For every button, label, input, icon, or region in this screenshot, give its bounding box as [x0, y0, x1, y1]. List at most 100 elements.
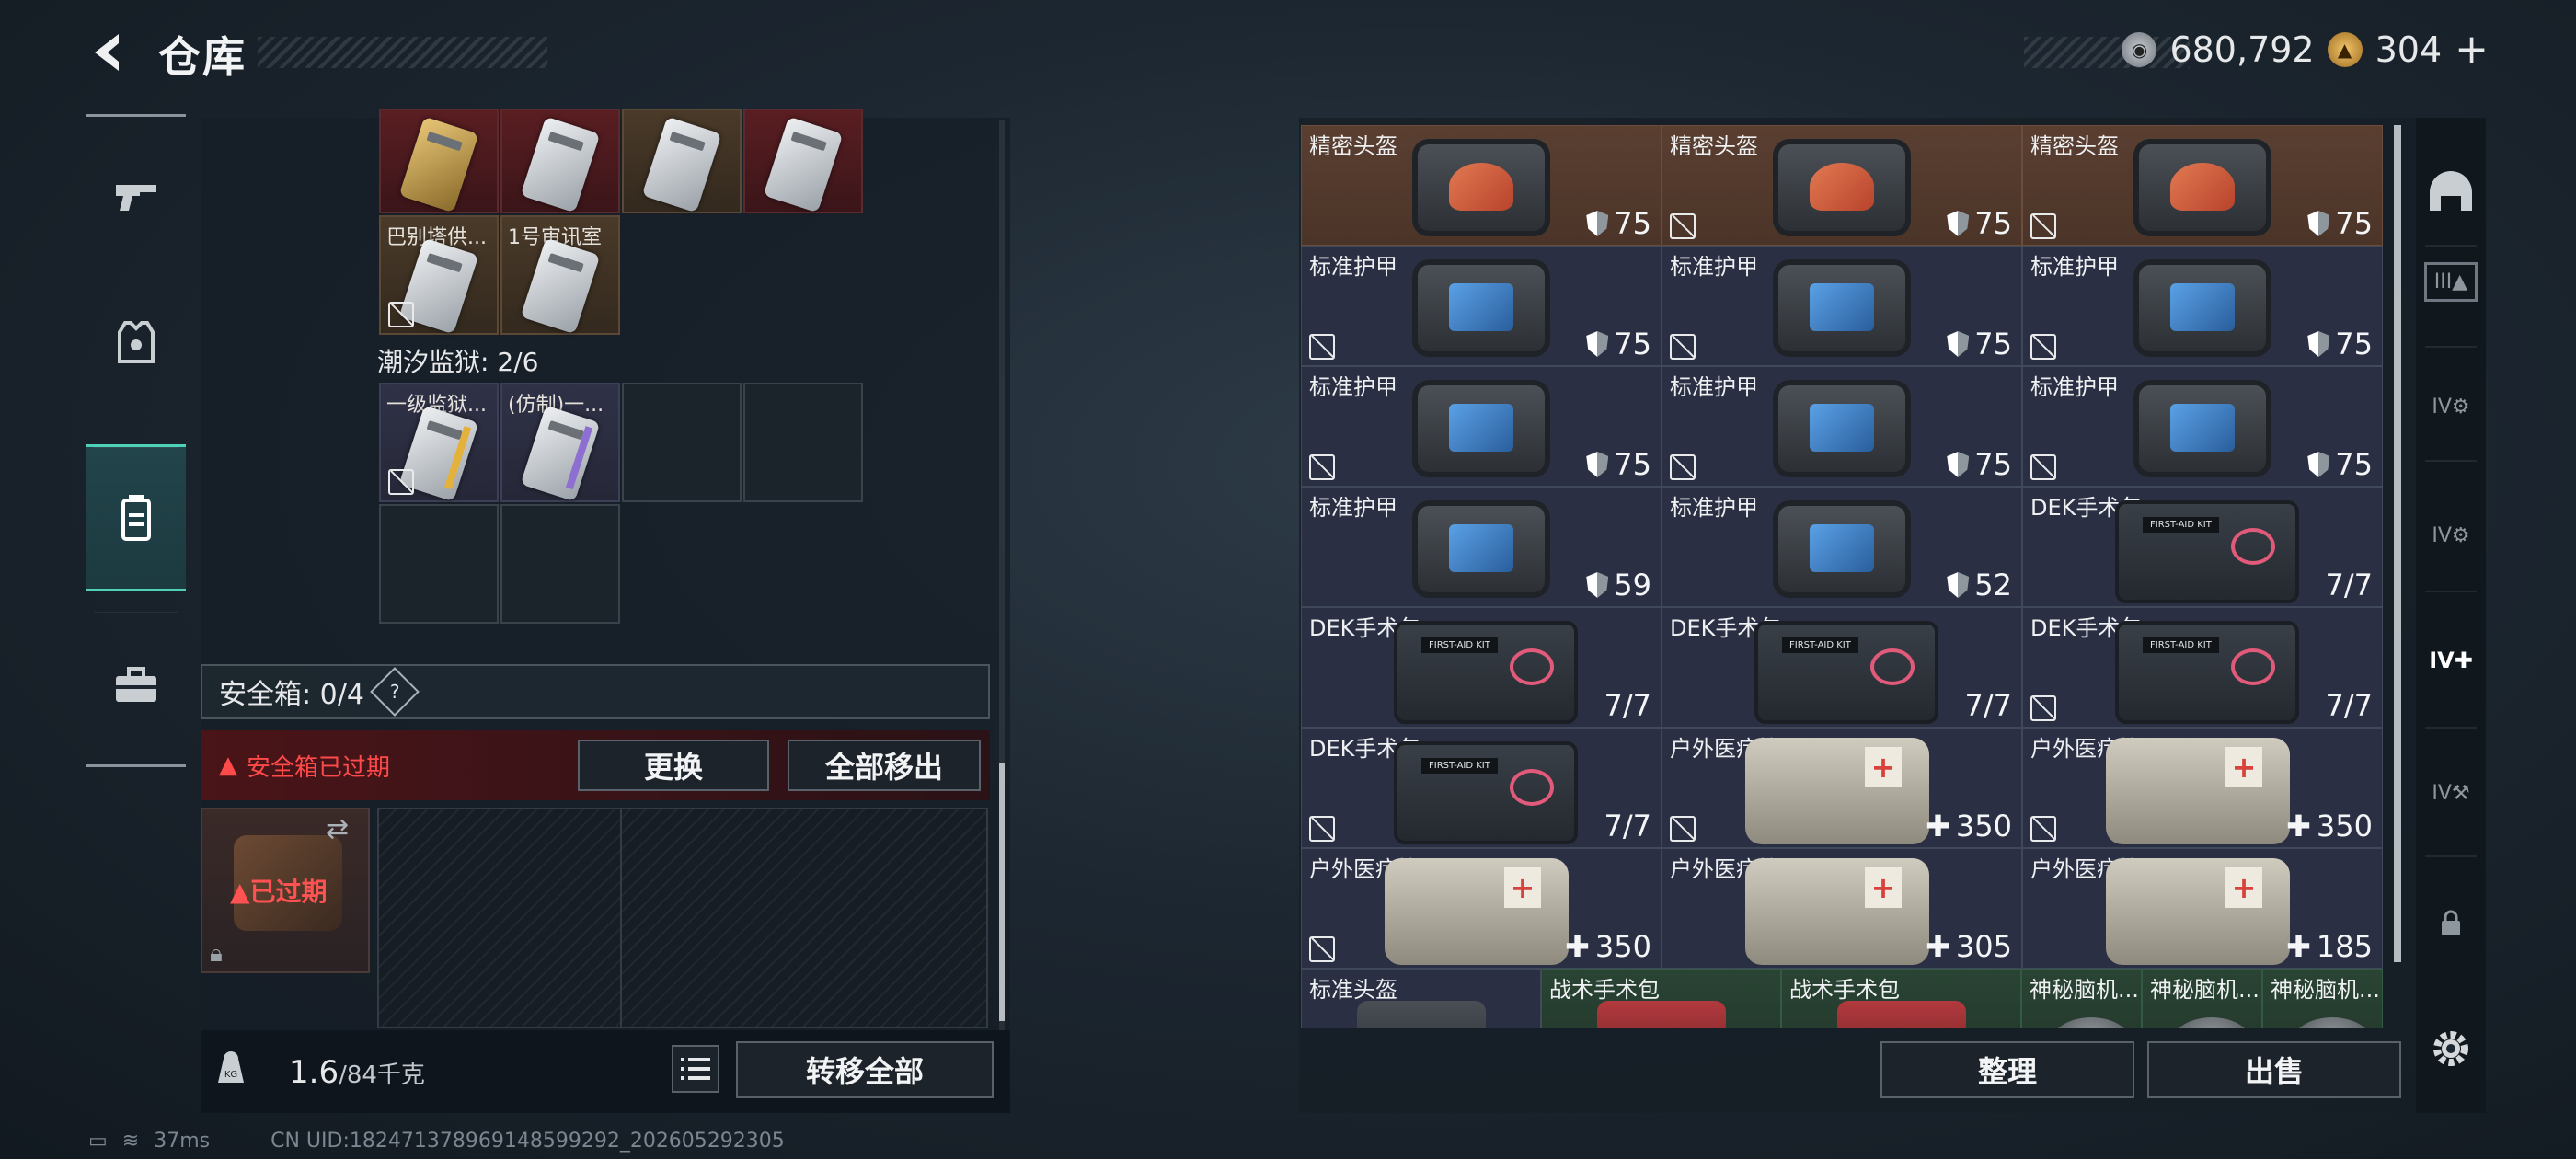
item-label: 精密头盔	[2030, 133, 2119, 159]
stash-item[interactable]: 标准护甲 75	[1301, 366, 1662, 487]
empty-slot[interactable]	[743, 383, 863, 502]
stash-item[interactable]: 精密头盔 75	[2022, 125, 2383, 246]
stash-item[interactable]: 战术手术包	[1781, 969, 2021, 1028]
filter-tool-iv[interactable]: IV⚒	[2416, 747, 2486, 839]
ammo-tier-icon: IV⚙	[2432, 523, 2470, 547]
swap-safebox-button[interactable]: 更换	[578, 740, 769, 791]
ping-value: 37ms	[154, 1130, 211, 1153]
transfer-all-button[interactable]: 转移全部	[736, 1041, 994, 1098]
item-label: 标准护甲	[2030, 374, 2119, 400]
stash-item[interactable]: DEK手术包 7/7	[2022, 487, 2383, 607]
keycard-slot[interactable]	[743, 109, 863, 213]
keycard-slot[interactable]: (仿制)一...	[500, 383, 620, 502]
backpack-scroll-thumb[interactable]	[999, 763, 1005, 1021]
stash-item[interactable]: 户外医疗箱 ✚185	[2022, 848, 2383, 969]
keycard-slot[interactable]: 1号审讯室	[500, 215, 620, 335]
surgery-kit-icon	[1597, 1001, 1726, 1028]
stash-item[interactable]: 精密头盔 75	[1662, 125, 2022, 246]
tab-weapons[interactable]	[86, 122, 186, 270]
keycard-slot[interactable]	[622, 109, 742, 213]
stash-item[interactable]: 神秘脑机...	[2021, 969, 2142, 1028]
no-discard-icon	[2030, 454, 2056, 480]
gear-icon	[2433, 1031, 2468, 1066]
stash-item[interactable]: 精密头盔 75	[1301, 125, 1662, 246]
back-button[interactable]	[85, 28, 134, 77]
stash-item[interactable]: 标准护甲 75	[1662, 366, 2022, 487]
currency-b-add[interactable]: +	[2455, 26, 2489, 73]
item-label: 标准护甲	[1309, 374, 1397, 400]
filter-weapon-iv[interactable]: IV⚙	[2416, 361, 2486, 453]
stash-item[interactable]: 神秘脑机...	[2262, 969, 2383, 1028]
keycard-slot[interactable]	[500, 109, 620, 213]
keycard-slot[interactable]: 巴别塔供...	[379, 215, 499, 335]
stash-item[interactable]: 户外医疗箱 ✚350	[1301, 848, 1662, 969]
surgery-kit-icon	[1837, 1001, 1966, 1028]
no-discard-icon	[1670, 213, 1696, 239]
stash-item[interactable]: DEK手术包 7/7	[1301, 607, 1662, 728]
stash-item[interactable]: 标准护甲 52	[1662, 487, 2022, 607]
item-label: 标准护甲	[1670, 254, 1758, 280]
armor-vest-icon	[1412, 500, 1550, 598]
durability-value: 75	[2335, 327, 2373, 361]
shield-icon	[2307, 331, 2330, 357]
heal-amount: ✚ 350	[2286, 809, 2373, 843]
filter-medical-iv[interactable]: IV✚	[2416, 614, 2486, 706]
stash-item[interactable]: 战术手术包	[1541, 969, 1781, 1028]
keycard-slot[interactable]	[379, 109, 499, 213]
stash-item[interactable]: 标准护甲 75	[2022, 366, 2383, 487]
container-icon	[121, 495, 151, 541]
no-discard-icon	[388, 302, 414, 327]
tab-armor[interactable]	[86, 270, 186, 417]
tier-label: IV	[2432, 781, 2452, 805]
stash-item[interactable]: 标准护甲 75	[1662, 246, 2022, 366]
stash-item[interactable]: 户外医疗箱 ✚305	[1662, 848, 2022, 969]
stash-item[interactable]: 标准护甲 59	[1301, 487, 1662, 607]
helmet-icon	[1357, 1001, 1486, 1028]
list-icon	[681, 1058, 710, 1080]
swap-arrows-icon[interactable]: ⇄	[326, 813, 349, 845]
stash-item[interactable]: 神秘脑机...	[2142, 969, 2262, 1028]
durability-value: 75	[1614, 447, 1651, 482]
safebox-grid[interactable]	[377, 808, 988, 1028]
stash-item[interactable]: 标准头盔	[1301, 969, 1541, 1028]
plus-icon: ✚	[1565, 929, 1590, 964]
stash-item[interactable]: 标准护甲 75	[1301, 246, 1662, 366]
stash-item[interactable]: 标准护甲 75	[2022, 246, 2383, 366]
page-title: 仓库	[158, 32, 247, 82]
durability-value: 75	[1974, 447, 2012, 482]
item-label: 战术手术包	[1789, 977, 1900, 1003]
empty-slot[interactable]	[379, 504, 499, 624]
brain-chip-icon	[2050, 1017, 2133, 1028]
stash-item[interactable]: DEK手术包 7/7	[1662, 607, 2022, 728]
keycard-slot[interactable]: 一级监狱...	[379, 383, 499, 502]
empty-slot[interactable]	[622, 383, 742, 502]
durability: 52	[1947, 568, 2012, 602]
stash-item[interactable]: 户外医疗箱 ✚350	[2022, 728, 2383, 848]
helmet-icon	[1412, 139, 1550, 236]
stash-item[interactable]: DEK手术包 7/7	[1301, 728, 1662, 848]
surgery-kit-icon	[1754, 621, 1938, 724]
armor-tier-icon: III▲	[2423, 261, 2478, 302]
durability: 75	[1586, 327, 1651, 361]
item-label: 神秘脑机...	[2030, 977, 2139, 1003]
safebox-capacity: 安全箱: 0/4	[219, 679, 364, 711]
filter-armor-iii[interactable]: III▲	[2416, 235, 2486, 327]
list-view-button[interactable]	[672, 1045, 719, 1093]
move-all-out-button[interactable]: 全部移出	[788, 740, 981, 791]
stash-item[interactable]: 户外医疗箱 ✚350	[1662, 728, 2022, 848]
filter-ammo-iv[interactable]: IV⚙	[2416, 489, 2486, 581]
tab-supplies[interactable]	[86, 612, 186, 759]
stash-scrollbar[interactable]	[2394, 125, 2401, 962]
sort-button[interactable]: 整理	[1880, 1041, 2134, 1098]
tab-containers[interactable]	[86, 444, 186, 591]
safebox-header: 安全箱: 0/4 ?	[201, 664, 990, 719]
empty-slot[interactable]	[500, 504, 620, 624]
help-button[interactable]: ?	[370, 667, 420, 717]
filter-helmet[interactable]	[2416, 147, 2486, 239]
medkit-icon	[2106, 858, 2290, 965]
sell-button[interactable]: 出售	[2147, 1041, 2401, 1098]
stash-item[interactable]: DEK手术包 7/7	[2022, 607, 2383, 728]
item-label: 标准护甲	[1670, 374, 1758, 400]
settings-button[interactable]	[2416, 1003, 2486, 1095]
filter-locked[interactable]	[2416, 878, 2486, 970]
